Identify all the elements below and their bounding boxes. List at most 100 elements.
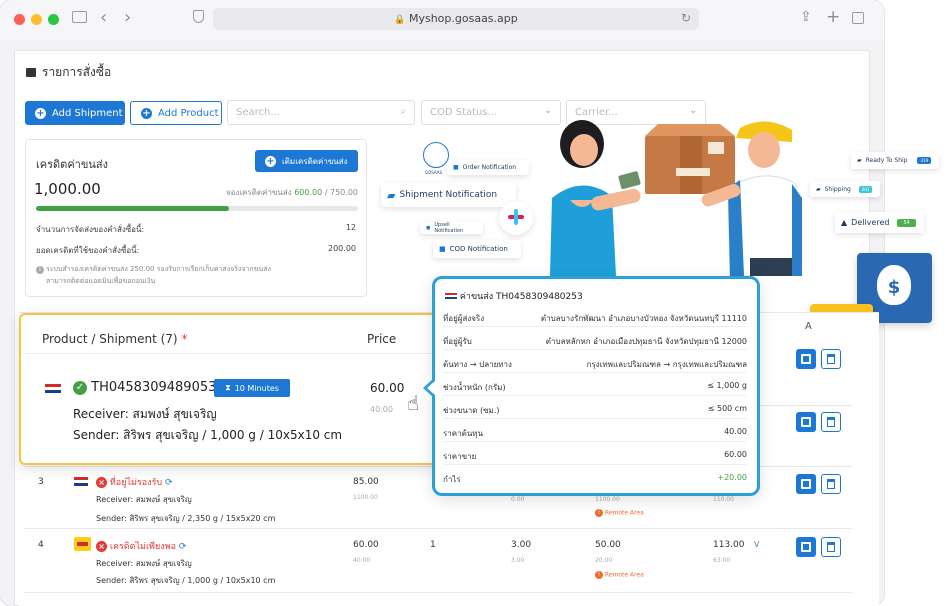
forward-icon[interactable]: › (124, 7, 131, 28)
maximize-window-button[interactable] (48, 14, 59, 25)
edit-button[interactable] (796, 537, 816, 557)
plus-icon: + (35, 107, 46, 119)
row-c4-sub: 63.00 (713, 557, 731, 564)
page-title: รายการสั่งซื้อ (26, 63, 111, 82)
refresh-icon[interactable]: ⟳ (179, 542, 187, 552)
edit-button[interactable] (796, 474, 816, 494)
truck-icon: ▰ (857, 157, 862, 164)
credit-progress-bar (36, 206, 358, 211)
popup-detail-row: ต้นทาง → ปลายทาง กรุงเทพและปริมณฑล → กรุง… (443, 351, 747, 373)
shipment-notification-tag: ▰ Shipment Notification (381, 183, 516, 207)
tabs-overview-icon[interactable] (852, 12, 864, 24)
product-shipment-header: Product / Shipment (7) * (42, 332, 187, 346)
credit-reserved-label: จองเครดิตค่าขนส่ง (225, 188, 292, 197)
popup-detail-label: ราคาขาย (443, 452, 477, 461)
sidebar-toggle-icon[interactable] (72, 11, 87, 23)
row-c3: 50.00 (595, 540, 621, 550)
action-column-header: A (805, 321, 812, 332)
credit-used-value: 200.00 (328, 244, 356, 253)
trash-icon (827, 417, 835, 427)
row-sender: Sender: สิริพร สุขเจริญ / 1,000 g / 10x5… (96, 576, 276, 585)
row-c3-sub: 1100.00 (595, 496, 620, 503)
alert-icon: ! (595, 509, 603, 517)
popup-detail-label: กำไร (443, 475, 461, 484)
address-bar[interactable]: 🔒 Myshop.gosaas.app ↻ (213, 8, 699, 30)
close-window-button[interactable] (14, 14, 25, 25)
row-c4-sub: 110.00 (713, 496, 734, 503)
user-icon: ● (426, 225, 431, 231)
thumbs-up-icon: ▲ (841, 218, 848, 227)
row-qty: 1 (430, 540, 436, 550)
chevron-down-icon: ⌄ (689, 106, 697, 116)
popup-detail-label: ที่อยู่ผู้ส่งจริง (443, 314, 485, 323)
minimize-window-button[interactable] (31, 14, 42, 25)
credit-used-label: ยอดเครดิตที่ใช้ของคำสั่งซื้อนี้: (36, 246, 140, 255)
page-title-text: รายการสั่งซื้อ (42, 65, 112, 79)
gosaas-logo-text: GOSAAS (425, 170, 442, 175)
credit-balance: 1,000.00 (34, 180, 101, 198)
row-price: 85.00 (353, 477, 379, 487)
error-icon: × (96, 477, 107, 488)
reload-icon[interactable]: ↻ (681, 11, 691, 25)
delete-button[interactable] (821, 349, 841, 369)
order-notification-tag: ■ Order Notification (447, 160, 529, 175)
receiver-text: Receiver: สมพงษ์ สุขเจริญ (73, 407, 217, 421)
popup-title-text: ค่าขนส่ง TH0458309480253 (459, 292, 583, 302)
remote-area-text: Remote Area (604, 509, 644, 517)
ready-to-ship-tag: ▰ Ready To Ship 319 (851, 152, 939, 169)
time-badge: ⧗ 10 Minutes (214, 379, 290, 397)
search-input[interactable]: Search... ⌕ (227, 100, 415, 125)
share-icon[interactable]: ⇪ (800, 9, 812, 25)
shipping-label: Shipping (824, 185, 851, 193)
price-value[interactable]: 60.00 (370, 381, 404, 395)
carrier-logo-icon (74, 477, 88, 486)
popup-detail-label: ที่อยู่ผู้รับ (443, 337, 472, 346)
popup-detail-row: ที่อยู่ผู้ส่งจริง ตำบลบางรักพัฒนา อำเภอบา… (443, 305, 747, 327)
cod-notification-label: COD Notification (449, 245, 508, 253)
gosaas-logo-icon (423, 142, 449, 168)
row-receiver: Receiver: สมพงษ์ สุขเจริญ (96, 559, 192, 568)
shipping-tag: ▰ Shipping 201 (810, 181, 880, 197)
truck-icon: ▰ (816, 185, 821, 193)
credit-title: เครดิตค่าขนส่ง (36, 158, 108, 171)
popup-detail-row: ราคาต้นทุน 40.00 (443, 420, 747, 442)
add-shipment-button[interactable]: + Add Shipment (25, 101, 125, 125)
row-status-text: ที่อยู่ไม่รองรับ (109, 478, 163, 488)
add-shipment-label: Add Shipment (52, 107, 123, 119)
popup-detail-row: กำไร +20.00 (443, 466, 747, 488)
carrier-logo-icon (445, 293, 457, 300)
edit-icon (801, 479, 811, 489)
refresh-icon[interactable]: ⟳ (165, 478, 173, 488)
carrier-placeholder: Carrier... (575, 107, 618, 118)
shipping-count: 201 (858, 185, 873, 193)
highlighted-shipment-card[interactable]: Product / Shipment (7) * Price ✓ TH04583… (19, 313, 439, 465)
delete-button[interactable] (821, 474, 841, 494)
row-c2-sub: 3.00 (511, 557, 525, 564)
privacy-shield-icon[interactable] (193, 10, 204, 23)
alert-icon: ! (595, 571, 603, 579)
edit-button[interactable] (796, 349, 816, 369)
back-icon[interactable]: ‹ (100, 7, 107, 28)
topup-credit-button[interactable]: + เติมเครดิตค่าขนส่ง (255, 150, 358, 172)
delete-button[interactable] (821, 412, 841, 432)
credit-progress-fill (36, 206, 230, 211)
lock-icon: 🔒 (394, 15, 406, 25)
delete-button[interactable] (821, 537, 841, 557)
popup-detail-row: ที่อยู่ผู้รับ ตำบลหลักหก อำเภอเมืองปทุมธา… (443, 328, 747, 350)
popup-detail-label: ช่วงขนาด (ซม.) (443, 406, 500, 415)
url-text: 🔒 Myshop.gosaas.app (213, 12, 699, 25)
edit-button[interactable] (796, 412, 816, 432)
cart-icon: ■ (453, 164, 459, 171)
popup-detail-label: ต้นทาง → ปลายทาง (443, 360, 512, 369)
row-receiver: Receiver: สมพงษ์ สุขเจริญ (96, 495, 192, 504)
row-c2-sub: 0.00 (511, 496, 525, 503)
new-tab-icon[interactable]: + (826, 7, 840, 27)
price-sub-value: 40.00 (370, 405, 393, 414)
row-price: 60.00 (353, 540, 379, 550)
cod-status-placeholder: COD Status... (430, 107, 498, 118)
sender-text: Sender: สิริพร สุขเจริญ / 1,000 g / 10x5… (73, 428, 343, 442)
search-placeholder: Search... (236, 107, 280, 118)
row-c3-sub: 20.00 (595, 557, 613, 564)
add-product-button[interactable]: + Add Product (130, 101, 222, 125)
popup-title: ค่าขนส่ง TH0458309480253 (445, 289, 583, 303)
